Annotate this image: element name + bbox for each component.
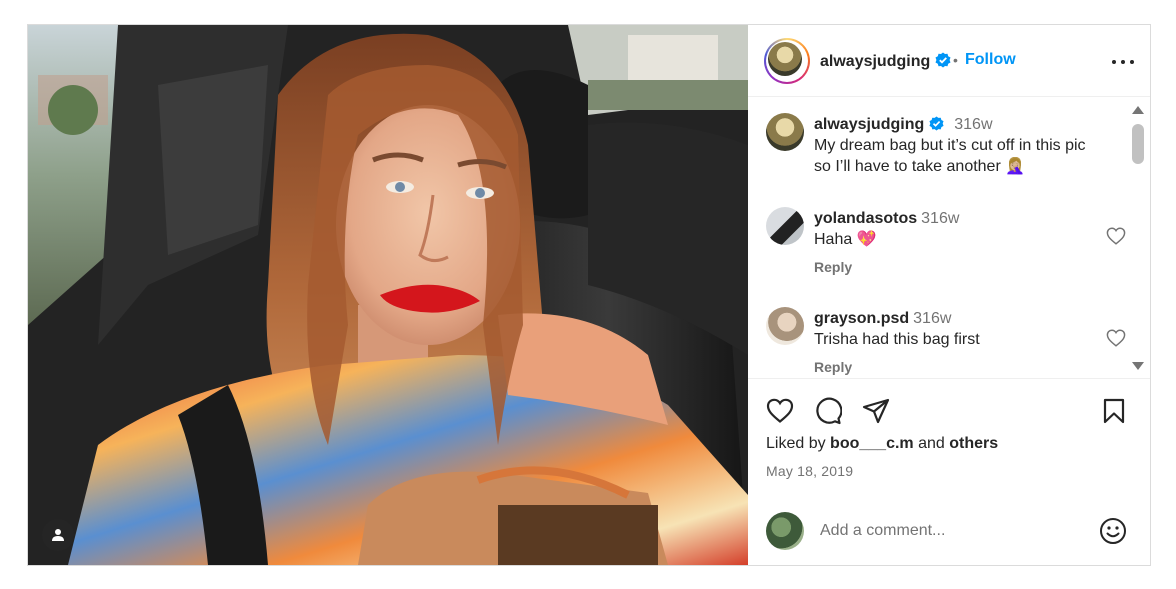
post-date[interactable]: May 18, 2019 [766, 463, 853, 479]
author-username[interactable]: alwaysjudging [820, 52, 951, 71]
verified-badge-icon [935, 52, 951, 68]
reply-button[interactable]: Reply [814, 359, 852, 375]
add-comment-row [748, 497, 1150, 565]
commenter-username[interactable]: grayson.psd [814, 310, 909, 327]
commenter-avatar[interactable] [766, 207, 804, 245]
likes-prefix: Liked by [766, 435, 831, 452]
comment-like-heart-icon[interactable] [1106, 227, 1126, 245]
comment-text: Trisha had this bag first [814, 331, 980, 348]
author-avatar[interactable] [768, 42, 802, 76]
caption-text-line1: My dream bag but it’s cut off in this pi… [814, 137, 1086, 154]
follow-button[interactable]: Follow [965, 51, 1016, 69]
scroll-up-arrow-icon[interactable] [1132, 106, 1144, 114]
reply-button[interactable]: Reply [814, 259, 852, 275]
emoji-icon[interactable] [1098, 516, 1128, 546]
post-photo [28, 25, 748, 565]
more-options-button[interactable] [1112, 51, 1136, 71]
story-ring[interactable] [764, 38, 810, 84]
comment-item: grayson.psd 316w Trisha had this bag firs… [766, 307, 1126, 378]
post-header: alwaysjudging • Follow [748, 25, 1150, 97]
scrollbar-thumb[interactable] [1132, 124, 1144, 164]
comment-text: Haha 💖 [814, 231, 877, 248]
caption-comment: alwaysjudging 316w My dream bag but it’s … [766, 113, 1126, 183]
likes-middle: and [913, 435, 950, 452]
bookmark-icon[interactable] [1100, 397, 1128, 425]
caption-time[interactable]: 316w [954, 116, 992, 133]
post-container: alwaysjudging • Follow alwaysjudging 316w… [27, 24, 1151, 566]
add-comment-input[interactable] [820, 518, 1080, 544]
commenter-avatar[interactable] [766, 307, 804, 345]
user-tag-button[interactable] [42, 519, 74, 551]
liker-username[interactable]: boo___c.m [830, 435, 914, 452]
comment-like-heart-icon[interactable] [1106, 329, 1126, 347]
commenter-username[interactable]: yolandasotos [814, 210, 917, 227]
comment-time[interactable]: 316w [921, 210, 959, 227]
caption-username[interactable]: alwaysjudging [814, 116, 924, 133]
comment-time[interactable]: 316w [913, 310, 951, 327]
heart-icon[interactable] [766, 397, 794, 425]
caption-avatar[interactable] [766, 113, 804, 151]
likes-summary: Liked by boo___c.m and others [766, 435, 998, 453]
post-side-panel: alwaysjudging • Follow alwaysjudging 316w… [748, 25, 1150, 565]
comment-icon[interactable] [814, 397, 842, 425]
verified-badge-icon [929, 116, 944, 131]
header-separator: • [953, 52, 958, 68]
share-icon[interactable] [862, 397, 890, 425]
comments-scrollbar[interactable] [1128, 98, 1150, 378]
comments-list[interactable]: alwaysjudging 316w My dream bag but it’s … [748, 98, 1150, 378]
author-username-text[interactable]: alwaysjudging [820, 53, 930, 70]
post-actions: Liked by boo___c.m and others May 18, 20… [748, 378, 1150, 565]
caption-text-line2: so I’ll have to take another 🤦🏼‍♀️ [814, 158, 1026, 175]
comment-item: yolandasotos 316w Haha 💖 Reply [766, 207, 1126, 287]
likes-others-link[interactable]: others [949, 435, 998, 452]
user-tag-icon [52, 529, 64, 541]
post-media[interactable] [28, 25, 748, 565]
scroll-down-arrow-icon[interactable] [1132, 362, 1144, 370]
current-user-avatar [766, 512, 804, 550]
